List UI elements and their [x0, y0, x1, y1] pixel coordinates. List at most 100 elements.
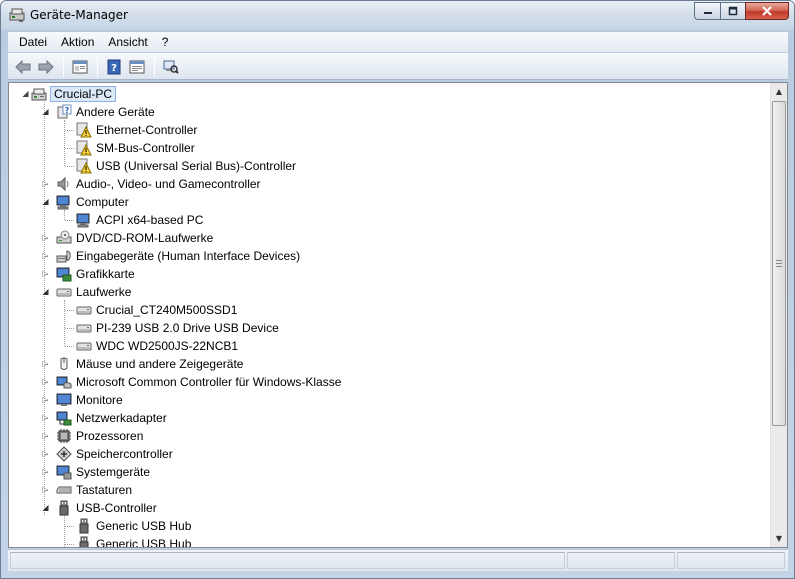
- expander-collapsed-icon[interactable]: ▷: [41, 179, 50, 188]
- tree-node-crucial-ct240m500ssd1[interactable]: Crucial_CT240M500SSD1: [76, 301, 237, 319]
- expander-collapsed-icon[interactable]: ▷: [41, 467, 50, 476]
- scrollbar-thumb[interactable]: [772, 101, 786, 426]
- maximize-icon: [728, 6, 738, 16]
- mouse-icon: [56, 356, 72, 372]
- tree-node-monitore[interactable]: ▷ Monitore: [42, 391, 123, 409]
- tree-node-laufwerke[interactable]: ◢ Laufwerke: [42, 283, 132, 301]
- tree-node-grafikkarte[interactable]: ▷ Grafikkarte: [42, 265, 135, 283]
- usb-icon: [76, 536, 92, 547]
- show-hide-console-tree-button[interactable]: [69, 56, 91, 78]
- svg-text:?: ?: [65, 106, 70, 115]
- back-icon: [15, 59, 31, 74]
- tree-node-mäuse-und-andere-zeigegeräte[interactable]: ▷ Mäuse und andere Zeigegeräte: [42, 355, 244, 373]
- tree-node-label: Speichercontroller: [76, 447, 173, 461]
- tree-node-usb-universal-serial-bus-controller[interactable]: USB (Universal Serial Bus)-Controller: [76, 157, 296, 175]
- scan-hardware-icon: [163, 60, 179, 74]
- device-tree[interactable]: ◢ Crucial-PC ◢? Andere Geräte Ethernet-Con…: [9, 83, 771, 547]
- network-adapter-icon: [56, 410, 72, 426]
- tree-node-systemgeräte[interactable]: ▷ Systemgeräte: [42, 463, 151, 481]
- expander-collapsed-icon[interactable]: ▷: [41, 395, 50, 404]
- tree-node-tastaturen[interactable]: ▷ Tastaturen: [42, 481, 132, 499]
- tree-node-eingabegeräte-human-interface-devices[interactable]: ▷ Eingabegeräte (Human Interface Devices): [42, 247, 301, 265]
- tree-line: [64, 120, 65, 166]
- tree-node-speichercontroller[interactable]: ▷ Speichercontroller: [42, 445, 173, 463]
- tree-node-label: Eingabegeräte (Human Interface Devices): [76, 249, 301, 263]
- tree-node-label: Computer: [76, 195, 129, 209]
- menu-datei[interactable]: Datei: [12, 33, 54, 51]
- tree-node-label: WDC WD2500JS-22NCB1: [96, 339, 239, 353]
- expander-expanded-icon[interactable]: ◢: [41, 107, 50, 116]
- maximize-button[interactable]: [720, 2, 745, 20]
- title-bar[interactable]: Geräte-Manager: [1, 1, 794, 30]
- forward-button[interactable]: [35, 56, 57, 78]
- tree-node-generic-usb-hub[interactable]: Generic USB Hub: [76, 535, 191, 547]
- show-hide-console-tree-icon: [72, 60, 88, 73]
- back-button[interactable]: [12, 56, 34, 78]
- menu-help[interactable]: ?: [155, 33, 176, 51]
- tree-line: [64, 300, 65, 346]
- tree-node-audio-video-und-gamecontroller[interactable]: ▷ Audio-, Video- und Gamecontroller: [42, 175, 261, 193]
- minimize-button[interactable]: [694, 2, 720, 20]
- menu-ansicht[interactable]: Ansicht: [101, 33, 154, 51]
- device-manager-window: Geräte-Manager Datei Aktion Ansicht ? ? …: [0, 0, 795, 579]
- device-manager-icon: [9, 7, 25, 23]
- device-tree-pane: ◢ Crucial-PC ◢? Andere Geräte Ethernet-Con…: [8, 82, 788, 548]
- tree-node-sm-bus-controller[interactable]: SM-Bus-Controller: [76, 139, 195, 157]
- tree-node-ethernet-controller[interactable]: Ethernet-Controller: [76, 121, 197, 139]
- caption-buttons: [694, 2, 789, 20]
- tree-node-acpi-x64-based-pc[interactable]: ACPI x64-based PC: [76, 211, 203, 229]
- keyboard-icon: [56, 482, 72, 498]
- tree-node-label: Monitore: [76, 393, 123, 407]
- tree-node-usb-controller[interactable]: ◢ USB-Controller: [42, 499, 157, 517]
- display-adapter-icon: [56, 266, 72, 282]
- vertical-scrollbar[interactable]: ▲ ▼: [770, 83, 787, 547]
- expander-collapsed-icon[interactable]: ▷: [41, 449, 50, 458]
- status-cell: [677, 552, 785, 569]
- expander-collapsed-icon[interactable]: ▷: [41, 431, 50, 440]
- toolbar-separator: [97, 56, 98, 77]
- tree-node-computer[interactable]: ◢ Computer: [42, 193, 129, 211]
- tree-node-netzwerkadapter[interactable]: ▷ Netzwerkadapter: [42, 409, 167, 427]
- scan-hardware-button[interactable]: [160, 56, 182, 78]
- tree-node-microsoft-common-controller-für-windows-klasse[interactable]: ▷ Microsoft Common Controller für Windows…: [42, 373, 341, 391]
- tree-node-dvd-cd-rom-laufwerke[interactable]: ▷ DVD/CD-ROM-Laufwerke: [42, 229, 213, 247]
- tree-node-wdc-wd2500js-22ncb1[interactable]: WDC WD2500JS-22NCB1: [76, 337, 238, 355]
- tree-node-andere-geräte[interactable]: ◢? Andere Geräte: [42, 103, 155, 121]
- tree-node-pi-239-usb-2-0-drive-usb-device[interactable]: PI-239 USB 2.0 Drive USB Device: [76, 319, 279, 337]
- close-button[interactable]: [745, 2, 789, 20]
- tree-node-label: Systemgeräte: [76, 465, 151, 479]
- expander-collapsed-icon[interactable]: ▷: [41, 251, 50, 260]
- unknown-device-icon: ?: [56, 104, 72, 120]
- tree-node-label: Laufwerke: [76, 285, 132, 299]
- expander-collapsed-icon[interactable]: ▷: [41, 269, 50, 278]
- warning-device-icon: [76, 140, 92, 156]
- tree-node-label: Grafikkarte: [76, 267, 135, 281]
- grip-icon: [776, 260, 782, 267]
- expander-expanded-icon[interactable]: ◢: [41, 197, 50, 206]
- expander-expanded-icon[interactable]: ◢: [21, 89, 30, 98]
- disk-drive-icon: [76, 320, 92, 336]
- help-button[interactable]: ?: [103, 56, 125, 78]
- expander-collapsed-icon[interactable]: ▷: [41, 377, 50, 386]
- tree-node-root[interactable]: ◢ Crucial-PC: [21, 85, 117, 103]
- minimize-icon: [703, 12, 712, 14]
- expander-expanded-icon[interactable]: ◢: [41, 287, 50, 296]
- tree-node-generic-usb-hub[interactable]: Generic USB Hub: [76, 517, 191, 535]
- properties-button[interactable]: [126, 56, 148, 78]
- expander-expanded-icon[interactable]: ◢: [41, 503, 50, 512]
- tree-node-prozessoren[interactable]: ▷ Prozessoren: [42, 427, 143, 445]
- toolbar-separator: [63, 56, 64, 77]
- expander-collapsed-icon[interactable]: ▷: [41, 413, 50, 422]
- computer-icon: [76, 212, 92, 228]
- tree-node-label: SM-Bus-Controller: [96, 141, 195, 155]
- scroll-up-icon[interactable]: ▲: [771, 83, 787, 100]
- tree-node-label: Mäuse und andere Zeigegeräte: [76, 357, 244, 371]
- expander-collapsed-icon[interactable]: ▷: [41, 359, 50, 368]
- expander-collapsed-icon[interactable]: ▷: [41, 233, 50, 242]
- scroll-down-icon[interactable]: ▼: [771, 530, 787, 547]
- tree-node-label: Netzwerkadapter: [76, 411, 167, 425]
- disk-drive-icon: [56, 284, 72, 300]
- menu-aktion[interactable]: Aktion: [54, 33, 101, 51]
- expander-collapsed-icon[interactable]: ▷: [41, 485, 50, 494]
- tree-node-label: Generic USB Hub: [96, 537, 192, 547]
